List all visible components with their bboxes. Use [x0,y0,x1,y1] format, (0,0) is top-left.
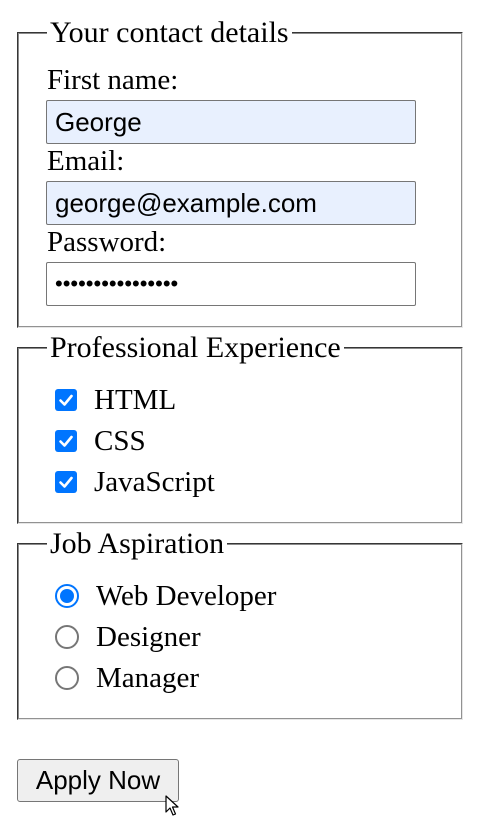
professional-experience-fieldset: Professional Experience HTML CSS JavaScr… [17,332,463,524]
password-label: Password: [47,226,167,258]
web-developer-radio[interactable] [55,584,79,608]
manager-radio-label: Manager [96,662,200,694]
css-checkbox[interactable] [55,430,77,452]
designer-radio[interactable] [55,625,79,649]
web-developer-radio-label: Web Developer [96,580,277,612]
checkbox-row-javascript[interactable]: JavaScript [55,465,215,499]
first-name-input[interactable]: George [46,100,416,144]
radio-row-web-developer[interactable]: Web Developer [55,579,276,613]
javascript-checkbox-label: JavaScript [94,466,215,498]
checkmark-icon [59,394,73,406]
html-checkbox[interactable] [55,389,77,411]
checkbox-row-html[interactable]: HTML [55,383,176,417]
radio-row-manager[interactable]: Manager [55,661,199,695]
radio-row-designer[interactable]: Designer [55,620,201,654]
password-input[interactable]: •••••••••••••••• [46,262,416,306]
manager-radio[interactable] [55,666,79,690]
professional-experience-legend: Professional Experience [47,332,344,364]
job-aspiration-legend: Job Aspiration [47,528,228,560]
email-input[interactable]: george@example.com [46,181,416,225]
checkmark-icon [59,435,73,447]
first-name-label: First name: [47,64,179,96]
html-checkbox-label: HTML [94,384,177,416]
designer-radio-label: Designer [96,621,201,653]
application-form: Your contact details First name: George … [0,0,479,820]
checkmark-icon [59,476,73,488]
contact-details-legend: Your contact details [47,17,292,49]
javascript-checkbox[interactable] [55,471,77,493]
contact-details-fieldset: Your contact details First name: George … [17,17,463,328]
apply-now-button[interactable]: Apply Now [17,759,179,802]
mouse-pointer-icon [165,795,179,816]
job-aspiration-fieldset: Job Aspiration Web Developer Designer Ma… [17,528,463,720]
email-label: Email: [47,145,125,177]
css-checkbox-label: CSS [94,425,146,457]
checkbox-row-css[interactable]: CSS [55,424,146,458]
